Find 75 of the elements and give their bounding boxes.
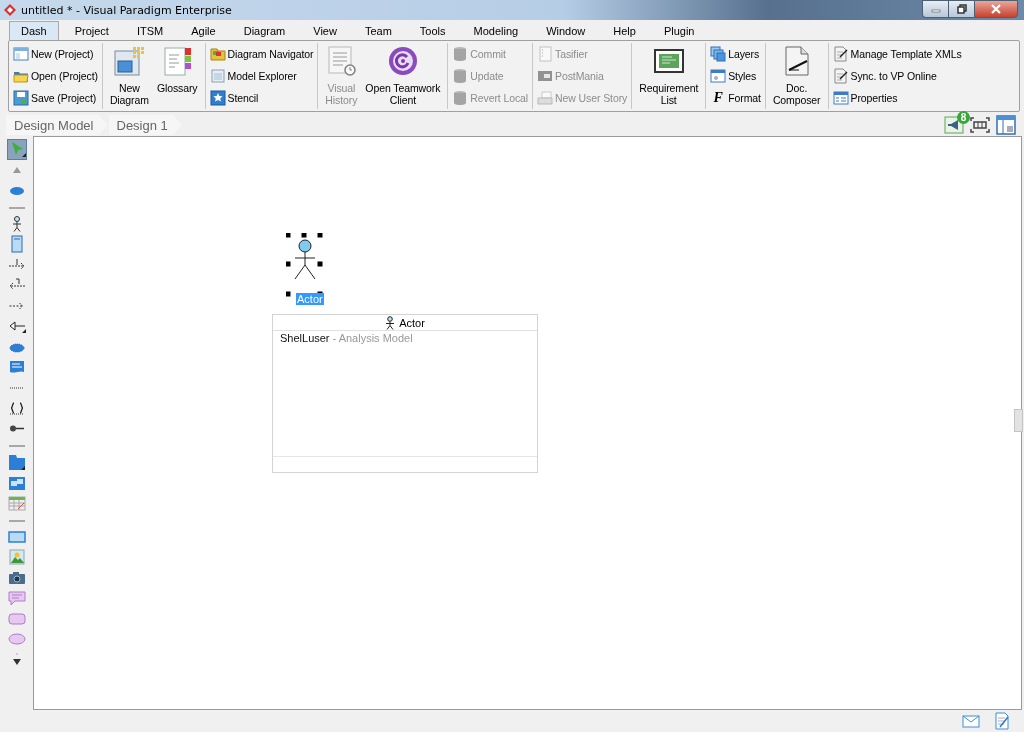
database-icon [452, 46, 469, 62]
window-icon [209, 68, 226, 84]
close-icon [991, 4, 1001, 14]
ribbon-button[interactable]: Styles [709, 66, 762, 86]
menu-tab[interactable]: Plugin [651, 21, 707, 40]
speech-bubble-icon [7, 589, 26, 608]
selection-handles[interactable] [286, 233, 323, 297]
ribbon-button[interactable]: Manage Template XMLs [831, 44, 963, 64]
list-icon [832, 90, 849, 106]
menu-tab[interactable]: Project [62, 21, 121, 40]
save-icon [13, 90, 29, 106]
window-icon [710, 68, 727, 84]
clock-document-icon [325, 45, 358, 77]
ribbon-button[interactable]: Model Explorer [208, 66, 315, 86]
menu-tab[interactable]: ITSM [124, 21, 176, 40]
ribbon-button[interactable]: F Format [709, 88, 762, 108]
ribbon-button[interactable]: Requirement List [635, 43, 703, 109]
mail-icon [962, 714, 980, 728]
fit-frame-icon [970, 117, 990, 133]
ribbon-button[interactable]: Save (Project) [12, 88, 99, 108]
folder-icon [7, 453, 26, 472]
tray-icon [537, 90, 554, 106]
actor-figure[interactable] [294, 239, 316, 280]
restore-button[interactable] [948, 0, 974, 18]
app-logo-icon [3, 3, 17, 17]
card-icon [537, 68, 554, 84]
document-icon [537, 46, 554, 62]
edit-document-icon [832, 46, 849, 62]
ribbon-button[interactable]: Open (Project) [12, 66, 99, 86]
ribbon-button[interactable]: New (Project) [12, 44, 99, 64]
ribbon-button[interactable]: Open Teamwork Client [361, 43, 445, 109]
edit-document-icon [832, 68, 849, 84]
edit-document-icon [994, 712, 1010, 730]
ribbon-button[interactable]: Diagram Navigator [208, 44, 315, 64]
menu-tab[interactable]: Team [352, 21, 404, 40]
tabbed-document-icon [161, 45, 194, 77]
menu-tab[interactable]: Agile [179, 21, 228, 40]
menu-tab[interactable]: Dash [9, 21, 59, 40]
ribbon-button[interactable]: Doc. Composer [768, 43, 825, 109]
scroll-up-icon [12, 166, 21, 173]
lollipop-icon [9, 425, 24, 433]
splitter-grip[interactable] [1014, 409, 1023, 432]
palette-tool[interactable] [6, 452, 27, 473]
minimize-button[interactable] [922, 0, 948, 18]
restore-icon [956, 4, 967, 14]
popup-title: Actor [399, 316, 425, 329]
close-button[interactable] [974, 0, 1018, 18]
element-model: - Analysis Model [332, 332, 413, 344]
ribbon-button[interactable]: Glossary [152, 43, 202, 109]
ribbon-button[interactable]: Layers [709, 44, 762, 64]
breadcrumb-item[interactable]: Design Model [6, 115, 108, 135]
folder-icon [209, 46, 226, 62]
picture-icon [7, 548, 26, 567]
menu-tab[interactable]: Modeling [461, 21, 531, 40]
new-diagram-icon [113, 45, 146, 77]
database-icon [452, 68, 469, 84]
ribbon-button[interactable]: Properties [831, 88, 963, 108]
table-icon [7, 494, 26, 513]
menu-tab[interactable]: View [301, 21, 349, 40]
stick-figure-icon [385, 315, 396, 330]
breadcrumb-item[interactable]: Design 1 [108, 115, 182, 135]
window-title: untitled * - Visual Paradigm Enterprise [21, 3, 232, 17]
menu-tab[interactable]: Window [534, 21, 598, 40]
ribbon-button[interactable]: New Diagram [105, 43, 153, 109]
element-owner[interactable]: ShelLuser [280, 332, 330, 344]
menu-tab[interactable]: Diagram [231, 21, 298, 40]
menu-tab[interactable]: Help [601, 21, 648, 40]
dotted-line-icon [9, 386, 24, 389]
menu-tab[interactable]: Tools [407, 21, 458, 40]
window-icon [13, 46, 29, 62]
layers-icon [710, 46, 727, 62]
dashed-arrow-icon [9, 301, 24, 310]
database-icon [452, 90, 469, 106]
ribbon-button[interactable]: Stencil [208, 88, 315, 108]
ribbon-button[interactable]: Sync. to VP Online [831, 66, 963, 86]
